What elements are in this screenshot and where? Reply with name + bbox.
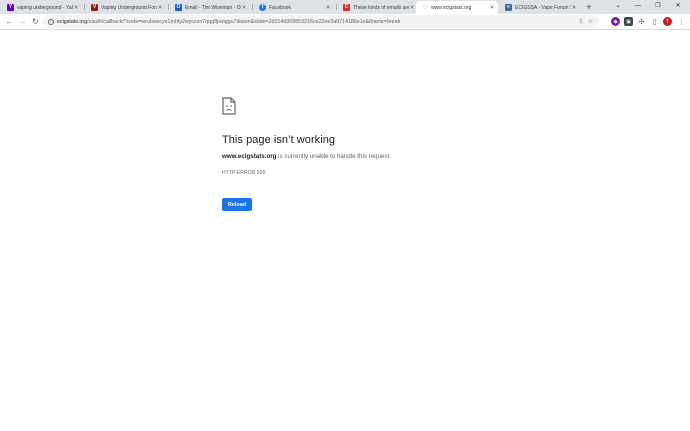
tab-emails[interactable]: C These kinds of emails are ✕ [338,1,418,14]
facebook-icon: f [259,4,266,11]
close-window-button[interactable]: ✕ [668,0,688,12]
tab-separator [84,4,85,10]
forward-button[interactable]: → [17,16,28,27]
tab-outlook[interactable]: O Email - Tim Wiseman - Ou ✕ [170,1,250,14]
share-icon[interactable]: ⇪ [579,18,584,25]
tab-title: Email - Tim Wiseman - Ou [185,4,241,11]
profile-avatar[interactable]: T [663,17,672,26]
tab-vaping-underground[interactable]: V Vaping Underground Foru ✕ [86,1,166,14]
url-path: /oauth/callback/?code=wrubwscye1mhty2wyc… [87,18,401,25]
globe-icon: ◌ [422,4,427,11]
tab-separator [336,4,337,10]
error-code: HTTP ERROR 500 [222,170,266,176]
tab-title: Vaping Underground Foru [101,4,157,11]
tab-facebook[interactable]: f Facebook ✕ [254,1,334,14]
tab-title: www.ecigstats.org [431,4,472,11]
reddit-c-icon: C [343,4,350,11]
close-icon[interactable]: ✕ [241,5,247,11]
url-host: ecigstats.org [57,18,88,25]
new-tab-button[interactable]: + [584,1,594,13]
tab-title: vaping underground - Yah [17,4,73,11]
vaping-underground-icon: V [91,4,98,11]
minimize-button[interactable]: — [628,0,648,12]
close-icon[interactable]: ✕ [571,5,577,11]
close-icon[interactable]: ✕ [73,5,79,11]
back-button[interactable]: ← [4,16,15,27]
tab-title: These kinds of emails are [353,4,409,11]
bookmark-star-icon[interactable]: ☆ [588,18,593,25]
tab-ecigstats[interactable]: ◌ www.ecigstats.org ✕ [416,1,498,14]
error-description: www.ecigstats.org is currently unable to… [222,153,391,160]
tab-title: Facebook [269,4,291,11]
more-menu-icon[interactable]: ⋮ [677,17,686,26]
browser-toolbar: ← → ↻ i ecigstats.org/oauth/callback/?co… [0,14,690,30]
error-title: This page isn’t working [222,134,336,146]
tab-title: ECIGSSA - Vape Forum So [515,4,571,11]
omnibox-actions: ⇪ ☆ [579,18,593,25]
tab-separator [168,4,169,10]
reload-button[interactable]: Reload [222,198,252,211]
close-icon[interactable]: ✕ [489,5,495,11]
puzzle-extensions-icon[interactable]: ✣ [637,17,646,26]
restore-button[interactable]: ❐ [648,0,668,12]
tab-ecigssa[interactable]: ≡ ECIGSSA - Vape Forum So ✕ [500,1,580,14]
tab-search-icon[interactable]: ⌄ [608,0,628,12]
error-host: www.ecigstats.org [222,153,277,160]
close-icon[interactable]: ✕ [325,5,331,11]
yahoo-icon: Y [7,4,14,11]
close-icon[interactable]: ✕ [409,5,415,11]
sidebar-panel-icon[interactable]: ▯ [650,17,659,26]
avatar-letter: T [665,18,670,25]
tab-strip: Y vaping underground - Yah ✕ V Vaping Un… [0,0,690,14]
address-bar[interactable]: i ecigstats.org/oauth/callback/?code=wru… [43,15,599,28]
reload-icon[interactable]: ↻ [30,16,41,27]
sad-page-icon [222,97,236,115]
ecigssa-icon: ≡ [505,4,512,11]
extension-icon[interactable]: ◆ [611,17,620,26]
tab-yahoo[interactable]: Y vaping underground - Yah ✕ [2,1,82,14]
site-info-icon[interactable]: i [48,18,54,25]
error-message: is currently unable to handle this reque… [276,153,391,160]
tab-separator [252,4,253,10]
close-icon[interactable]: ✕ [157,5,163,11]
extension-icon[interactable]: ▣ [624,17,633,26]
outlook-icon: O [175,4,182,11]
